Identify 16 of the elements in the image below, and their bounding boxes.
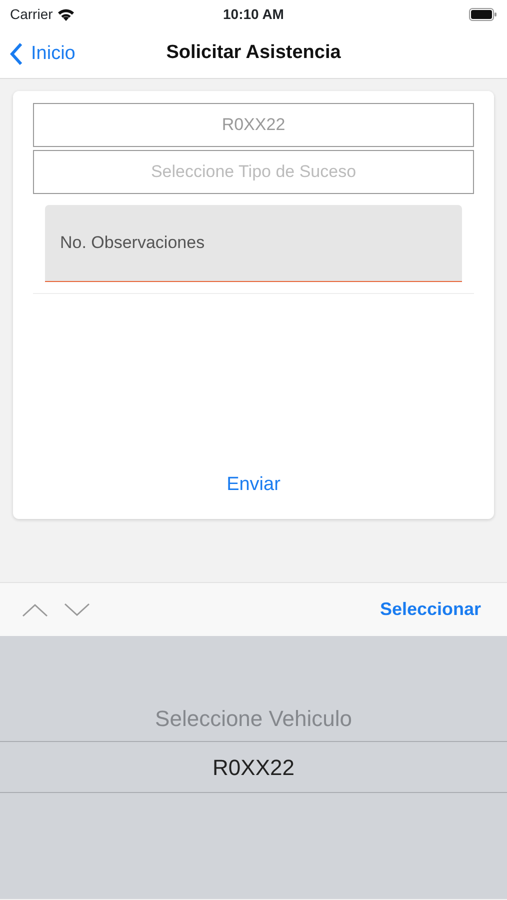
battery-icon bbox=[469, 8, 497, 20]
picker-option[interactable]: Seleccione Vehiculo bbox=[0, 704, 507, 741]
notes-field[interactable]: No. Observaciones bbox=[45, 205, 462, 282]
chevron-up-icon[interactable] bbox=[22, 602, 48, 616]
send-button[interactable]: Enviar bbox=[220, 470, 286, 500]
carrier-name: Carrier bbox=[10, 4, 53, 24]
chevron-down-icon[interactable] bbox=[64, 602, 90, 616]
screen-title: Solicitar Asistencia bbox=[166, 40, 341, 65]
select-button[interactable]: Seleccionar bbox=[380, 596, 481, 623]
picker-option[interactable]: R0XX22 bbox=[0, 741, 507, 793]
wifi-icon bbox=[56, 8, 75, 20]
event-type-field[interactable]: Seleccione Tipo de Suceso bbox=[33, 150, 474, 194]
vehicle-field[interactable]: R0XX22 bbox=[33, 103, 474, 147]
chevron-left-icon bbox=[10, 42, 23, 66]
back-button[interactable]: Inicio bbox=[10, 40, 76, 68]
clock-time: 10:10 AM bbox=[223, 4, 284, 24]
